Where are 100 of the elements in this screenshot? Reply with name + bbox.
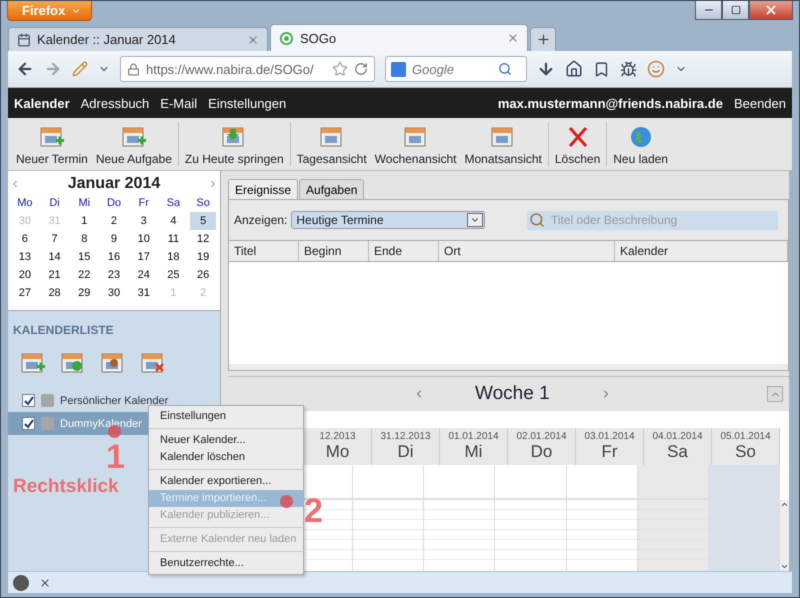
lock-icon [127,62,140,76]
nav-link[interactable]: Adressbuch [80,96,150,110]
calendar-day[interactable]: 31 [130,284,157,302]
column-header[interactable]: Ende [369,241,439,261]
calendar-day[interactable]: 9 [101,230,127,248]
tab[interactable]: Aufgaben [299,179,364,199]
new-tab-button[interactable] [530,27,556,51]
calendar-day[interactable]: 24 [130,266,157,284]
calendar-day[interactable]: 5 [190,212,216,230]
tab-title: Kalender :: Januar 2014 [37,32,177,47]
calendar-plus-icon [20,351,46,375]
url-field[interactable]: https://www.nabira.de/SOGo/ [120,56,375,82]
reload-icon[interactable] [354,62,368,76]
toolbar-button[interactable]: Tagesansicht [292,125,371,166]
toolbar-button[interactable]: Neue Aufgabe [92,125,176,166]
maximize-button[interactable] [722,1,749,20]
calendar-day[interactable]: 16 [101,248,127,266]
star-icon[interactable] [332,61,348,77]
close-icon[interactable] [39,576,51,588]
calendar-day[interactable]: 6 [12,230,38,248]
calendar-day[interactable]: 28 [42,284,68,302]
search-field[interactable]: Google [410,60,494,78]
checkbox[interactable] [22,417,35,430]
menu-item[interactable]: Benutzerrechte... [149,555,303,572]
tab-title: SOGo [300,30,338,46]
bug-icon[interactable] [620,60,637,78]
search-box[interactable]: Titel oder Beschreibung [527,210,778,230]
browser-tab[interactable]: Kalender :: Januar 2014 [8,27,268,51]
toolbar-button[interactable]: Löschen [550,125,604,166]
pencil-icon[interactable] [72,61,88,77]
close-icon[interactable] [507,32,519,44]
column-header[interactable]: Titel [229,241,299,261]
weekday-label: Di [48,196,61,211]
search-icon[interactable] [498,62,512,76]
nav-link[interactable]: Kalender [14,96,70,110]
calendar-delete-icon [140,351,166,375]
close-icon[interactable] [247,34,259,46]
calendar-day[interactable]: 13 [12,248,38,266]
calendar-day[interactable]: 25 [160,266,186,284]
calendar-day[interactable]: 4 [160,212,186,230]
plus-icon [536,32,550,47]
toolbar-button[interactable]: Monatsansicht [460,125,546,166]
search-icon[interactable] [529,212,545,228]
search-box[interactable]: Google [385,56,527,82]
calendar-day[interactable]: 26 [190,266,216,284]
day-header: 02.01.2014 Do [508,428,576,465]
bookmark-icon[interactable] [593,60,610,78]
filter-select[interactable]: Heutige Termine [291,211,486,229]
calendar-day[interactable]: 30 [101,284,127,302]
day-header: 03.01.2014 Fr [576,428,644,465]
calendar-day[interactable]: 22 [71,266,98,284]
calendar-day[interactable]: 17 [130,248,157,266]
calendar-day[interactable]: 29 [71,284,98,302]
weekday-label: Mi [77,196,92,211]
calendar-day[interactable]: 12 [190,230,216,248]
calendar-day[interactable]: 11 [160,230,186,248]
column-header[interactable]: Ort [439,241,615,261]
toolbar-button[interactable]: Neu laden [609,125,672,166]
minimize-button[interactable] [695,1,722,20]
close-button[interactable] [749,1,793,20]
event-search-field[interactable]: Titel oder Beschreibung [549,212,778,228]
column-header[interactable]: Beginn [299,241,369,261]
calendar-day[interactable]: 18 [160,248,186,266]
column-header[interactable]: Kalender [615,241,788,261]
menu-item[interactable]: Kalender exportieren... [149,473,303,490]
nav-link[interactable]: E-Mail [160,96,198,110]
download-icon[interactable] [537,60,555,78]
checkbox[interactable] [22,394,35,407]
nav-link[interactable]: Einstellungen [208,96,286,110]
calendar-name: Persönlicher Kalender [60,394,168,406]
week-title: Woche 1 [475,383,550,405]
calendar-day[interactable]: 14 [42,248,68,266]
scroll-up-icon[interactable] [780,500,789,509]
logout-link[interactable]: Beenden [734,96,786,110]
calendar-day[interactable]: 8 [71,230,98,248]
toolbar-button[interactable]: Neuer Termin [12,125,92,166]
day-header: 31.12.2013 Di [372,428,440,465]
toolbar-button[interactable]: Wochenansicht [370,125,460,166]
tab[interactable]: Ereignisse [228,179,298,199]
weekday-label: Sa [166,196,182,211]
calendar-day[interactable]: 15 [71,248,98,266]
toolbar-button[interactable]: Zu Heute springen [180,125,288,166]
calendar-day[interactable]: 23 [101,266,127,284]
filter-label: Anzeigen: [234,213,288,227]
calendar-day[interactable]: 19 [190,248,216,266]
calendar-day[interactable]: 7 [42,230,68,248]
calendar-day[interactable]: 2 [101,212,127,230]
weekday-label: Do [106,196,122,211]
calendar-day[interactable]: 27 [12,284,38,302]
home-icon[interactable] [565,60,583,78]
calendar-day[interactable]: 10 [130,230,157,248]
calendar-day[interactable]: 20 [12,266,38,284]
scroll-down-icon[interactable] [780,562,789,571]
calendar-day[interactable]: 1 [71,212,98,230]
smiley-icon[interactable] [647,60,665,78]
calendar-day[interactable]: 21 [42,266,68,284]
back-icon[interactable] [16,60,34,78]
annotation-text: 1 [106,440,125,474]
calendar-day[interactable]: 3 [130,212,157,230]
browser-tab[interactable]: SOGo [270,24,528,51]
